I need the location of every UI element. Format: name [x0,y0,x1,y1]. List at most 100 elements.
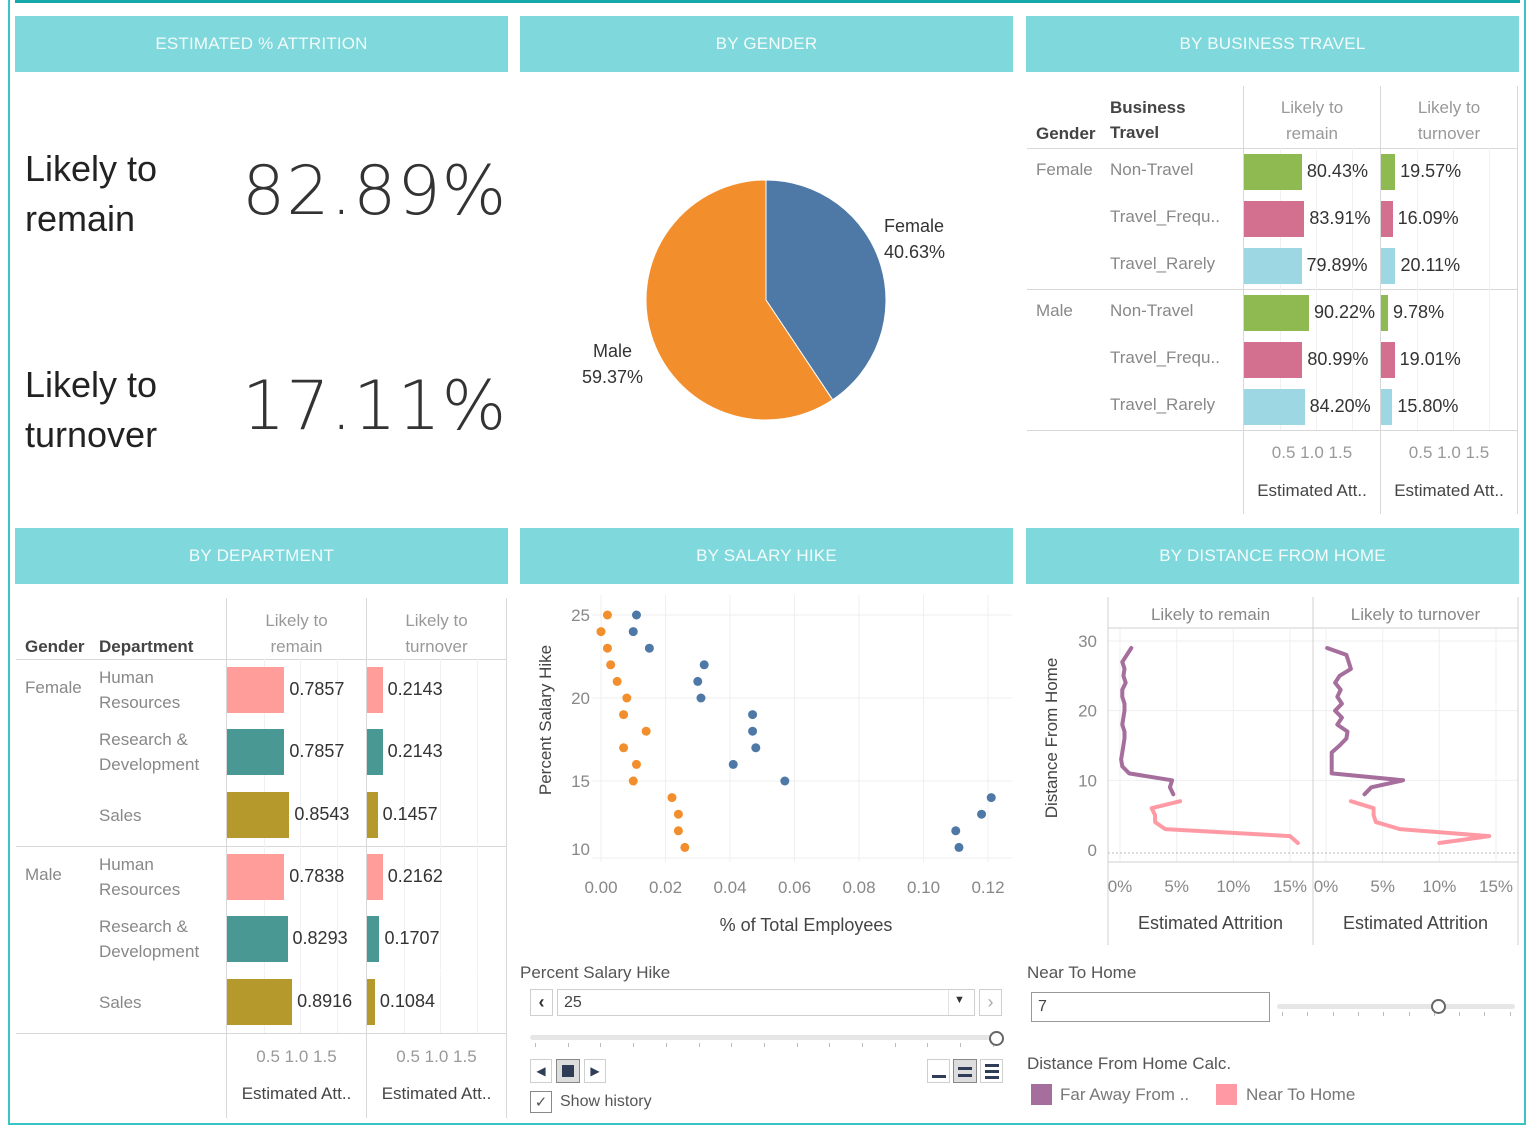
scatter-point-female[interactable] [693,676,703,686]
scatter-point-male[interactable] [619,743,629,753]
scatter-point-female[interactable] [751,743,761,753]
scatter-point-male[interactable] [612,676,622,686]
scatter-point-male[interactable] [606,660,616,670]
row-category-line1: Research & [99,730,188,750]
row-category-label: Travel_Rarely [1110,394,1216,414]
scatter-point-male[interactable] [602,610,612,620]
bar-turnover[interactable] [367,791,378,838]
scatter-point-male[interactable] [631,759,641,769]
bar-remain[interactable] [227,729,285,776]
speed-fast-button[interactable] [980,1059,1003,1083]
stop-button[interactable] [556,1059,580,1083]
distance-line-near-home[interactable] [1149,799,1300,845]
bar-remain[interactable] [227,791,290,838]
pie-label-male-value: 59.37% [582,367,644,387]
legend-label-far-away[interactable]: Far Away From .. [1060,1085,1189,1105]
scatter-point-male[interactable] [667,793,677,803]
grid-line [440,908,441,971]
scatter-point-male[interactable] [619,710,629,720]
scatter-point-male[interactable] [628,776,638,786]
scatter-point-male[interactable] [622,693,632,703]
bt-axis-remain-ticks: 0.5 1.0 1.5 [1244,440,1380,466]
bar-value-label-turnover: 9.78% [1393,301,1445,322]
legend-swatch-far-away[interactable] [1031,1084,1052,1105]
bar-remain[interactable] [1244,341,1303,378]
play-backward-icon: ◀ [536,1064,546,1078]
salary-slider-thumb[interactable] [989,1031,1004,1046]
scatter-point-male[interactable] [641,726,651,736]
bar-remain[interactable] [1244,294,1309,331]
near-home-slider-thumb[interactable] [1430,999,1446,1014]
salary-prev-button[interactable]: ‹ [530,989,553,1016]
legend-label-near-home[interactable]: Near To Home [1246,1085,1355,1105]
scatter-point-female[interactable] [748,726,758,736]
bt-divider [1027,430,1517,431]
near-home-slider-track[interactable] [1277,1004,1515,1009]
bar-remain[interactable] [1244,200,1305,237]
bar-value-label-turnover: 0.2162 [387,866,443,887]
scatter-point-female[interactable] [631,610,641,620]
bt-divider [1027,289,1517,290]
salary-dropdown[interactable]: 25 ▼ [557,989,975,1016]
scatter-point-female[interactable] [699,660,709,670]
scatter-point-male[interactable] [680,842,690,852]
distance-line-far-away[interactable] [1119,646,1176,797]
salary-hike-scatter: 0.00 0.02 0.04 0.06 0.08 0.10 0.12 25 20 15 10 % o… [536,595,1012,935]
distance-line-far-away[interactable] [1325,646,1406,797]
bar-turnover[interactable] [1381,200,1393,237]
bar-turnover[interactable] [1381,341,1395,378]
bar-value-label-turnover: 20.11% [1400,254,1461,275]
bar-remain[interactable] [1244,247,1302,284]
bar-remain[interactable] [227,978,293,1025]
scatter-point-female[interactable] [780,776,790,786]
bar-remain[interactable] [1244,153,1302,190]
bar-turnover[interactable] [367,916,380,963]
bar-remain[interactable] [227,916,288,963]
bar-value-label-turnover: 19.57% [1400,160,1462,181]
bar-value-label-remain: 0.7838 [289,866,345,887]
distance-line-near-home[interactable] [1348,799,1492,845]
bt-header-line2: Travel [1110,123,1160,142]
bar-turnover[interactable] [367,978,375,1025]
scatter-point-female[interactable] [986,793,996,803]
play-forward-button[interactable]: ▶ [584,1059,606,1083]
bt-tick: 0.5 [1408,443,1433,462]
near-home-label: Near To Home [1027,963,1137,982]
scatter-point-female[interactable] [977,809,987,819]
salary-next-button[interactable]: › [979,989,1002,1016]
bar-turnover[interactable] [1381,247,1396,284]
bar-remain[interactable] [227,854,285,901]
row-category-label: Non-Travel [1110,159,1194,179]
scatter-point-male[interactable] [673,809,683,819]
bar-turnover[interactable] [367,854,383,901]
bar-turnover[interactable] [1381,294,1389,331]
distance-y-tick: 10 [1078,771,1097,790]
scatter-point-female[interactable] [951,826,961,836]
scatter-point-male[interactable] [673,826,683,836]
dept-col-remain: Likely to remain [227,608,366,660]
salary-slider-track[interactable] [530,1035,992,1040]
scatter-point-female[interactable] [696,693,706,703]
bar-turnover[interactable] [1381,153,1396,190]
bar-turnover[interactable] [367,667,383,714]
near-home-input[interactable]: 7 [1031,992,1270,1022]
scatter-point-female[interactable] [954,842,964,852]
bar-remain[interactable] [1244,388,1305,425]
scatter-point-female[interactable] [728,759,738,769]
bar-turnover[interactable] [367,729,383,776]
scatter-point-female[interactable] [628,627,638,637]
bar-remain[interactable] [227,667,285,714]
bar-turnover[interactable] [1381,388,1393,425]
bt-divider [1027,148,1517,149]
legend-swatch-near-home[interactable] [1216,1084,1237,1105]
speed-slow-button[interactable] [927,1059,950,1083]
play-backward-button[interactable]: ◀ [530,1059,552,1083]
scatter-point-female[interactable] [644,643,654,653]
dept-axis-remain-ticks: 0.5 1.0 1.5 [227,1044,366,1070]
speed-medium-button[interactable] [953,1059,977,1083]
scatter-point-female[interactable] [748,710,758,720]
scatter-point-male[interactable] [596,627,606,637]
row-category-label: Sales [99,803,142,828]
scatter-point-male[interactable] [602,643,612,653]
show-history-checkbox[interactable]: ✓ [530,1091,552,1113]
